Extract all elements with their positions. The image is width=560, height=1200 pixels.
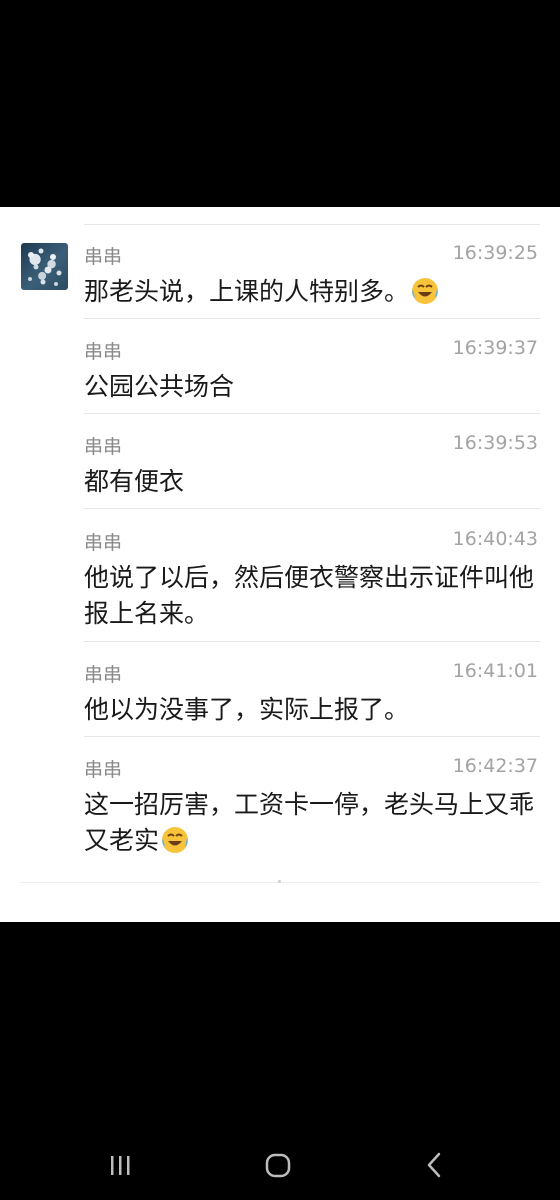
avatar[interactable] [21, 243, 68, 290]
message-text: 都有便衣 [84, 467, 185, 496]
timestamp: 16:40:43 [452, 528, 538, 550]
laugh-cry-emoji-icon [412, 278, 439, 304]
message-text: 他以为没事了，实际上报了。 [84, 695, 410, 724]
message-text: 那老头说，上课的人特别多。 [84, 274, 534, 310]
home-icon [265, 1153, 291, 1178]
timestamp: 16:39:53 [452, 432, 538, 454]
sender-name: 串串 [84, 246, 123, 268]
timestamp: 16:42:37 [452, 755, 538, 777]
timestamp: 16:39:25 [452, 242, 538, 264]
recent-apps-button[interactable] [100, 1150, 140, 1180]
divider [84, 641, 540, 642]
divider [84, 413, 540, 414]
chat-message[interactable]: 串串 16:42:37 这一招厉害，工资卡一停，老头马上又乖又老实 [84, 755, 540, 870]
message-text: 这一招厉害，工资卡一停，老头马上又乖又老实 [84, 790, 535, 855]
timestamp: 16:41:01 [452, 660, 538, 682]
home-button[interactable] [258, 1150, 298, 1180]
avatar-flowers-icon [28, 248, 62, 286]
timestamp: 16:39:37 [452, 337, 538, 359]
chat-message[interactable]: 串串 16:41:01 他以为没事了，实际上报了。 [84, 660, 540, 740]
divider [84, 318, 540, 319]
divider [84, 736, 540, 737]
chat-message[interactable]: 串串 16:40:43 他说了以后，然后便衣警察出示证件叫他报上名来。 [84, 528, 540, 643]
message-text: 他说了以后，然后便衣警察出示证件叫他报上名来。 [84, 563, 535, 628]
divider [84, 224, 540, 225]
chat-message[interactable]: 串串 16:39:53 都有便衣 [84, 432, 540, 512]
status-area [0, 0, 560, 207]
divider [84, 508, 540, 509]
message-text: 公园公共场合 [84, 372, 235, 401]
recent-apps-icon [111, 1156, 130, 1175]
chat-message[interactable]: 串串 16:39:37 公园公共场合 [84, 337, 540, 417]
system-navigation-bar [0, 1120, 560, 1200]
laugh-cry-emoji-icon [162, 827, 189, 853]
back-icon [427, 1152, 441, 1178]
chat-history-panel: 串串 16:39:25 那老头说，上课的人特别多。 串串 16:39:37 公园… [0, 207, 560, 922]
sender-name: 串串 [84, 664, 123, 686]
divider-dot [278, 880, 281, 883]
sender-name: 串串 [84, 759, 123, 781]
sender-name: 串串 [84, 341, 123, 363]
sender-name: 串串 [84, 532, 123, 554]
sender-name: 串串 [84, 436, 123, 458]
back-button[interactable] [414, 1150, 454, 1180]
